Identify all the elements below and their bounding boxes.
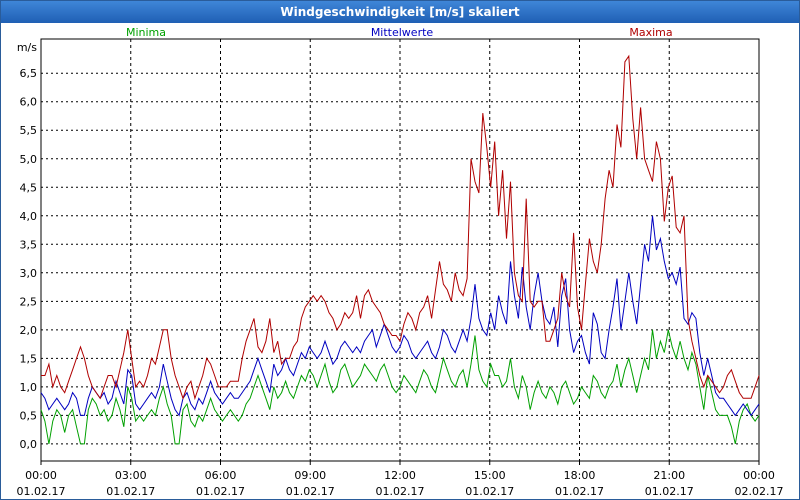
y-tick-label: 5,5: [20, 124, 38, 137]
y-tick-label: 1,0: [20, 381, 38, 394]
x-tick-time: 18:00: [564, 469, 596, 482]
y-tick-label: 2,5: [20, 295, 38, 308]
x-tick-time: 12:00: [384, 469, 416, 482]
x-tick-time: 06:00: [205, 469, 237, 482]
x-tick-time: 00:00: [25, 469, 57, 482]
y-tick-label: 5,0: [20, 153, 38, 166]
y-tick-label: 2,0: [20, 324, 38, 337]
x-tick-time: 00:00: [743, 469, 775, 482]
y-tick-label: 6,5: [20, 67, 38, 80]
legend: Minima Mittelwerte Maxima: [126, 26, 673, 39]
chart-window: Windgeschwindigkeit [m/s] skaliert 0,0 0,…: [0, 0, 800, 500]
x-tick-time: 03:00: [115, 469, 147, 482]
legend-maxima: Maxima: [629, 26, 672, 39]
x-tick-date: 01.02.17: [106, 485, 155, 498]
x-tick-date: 01.02.17: [376, 485, 425, 498]
y-tick-label: 4,5: [20, 181, 38, 194]
x-tick-time: 15:00: [474, 469, 506, 482]
x-tick-date: 01.02.17: [196, 485, 245, 498]
x-tick-date: 01.02.17: [465, 485, 514, 498]
legend-mittelwerte: Mittelwerte: [371, 26, 434, 39]
x-tick-date: 01.02.17: [17, 485, 66, 498]
x-tick-time: 21:00: [653, 469, 685, 482]
legend-minima: Minima: [126, 26, 166, 39]
x-tick-time: 09:00: [294, 469, 326, 482]
y-tick-label: 0,0: [20, 438, 38, 451]
y-axis-unit: m/s: [17, 41, 37, 54]
y-tick-label: 3,0: [20, 267, 38, 280]
y-tick-label: 4,0: [20, 210, 38, 223]
y-tick-label: 3,5: [20, 238, 38, 251]
x-tick-date: 02.02.17: [735, 485, 784, 498]
y-tick-label: 0,5: [20, 409, 38, 422]
x-tick-date: 01.02.17: [286, 485, 335, 498]
wind-speed-chart: 0,0 0,5 1,0 1,5 2,0 2,5 3,0 3,5 4,0 4,5 5,0 5,5 6,0 6…: [17, 26, 784, 498]
x-tick-date: 01.02.17: [555, 485, 604, 498]
x-tick-date: 01.02.17: [645, 485, 694, 498]
y-tick-label: 6,0: [20, 96, 38, 109]
grid-lines: [41, 39, 759, 461]
y-tick-label: 1,5: [20, 352, 38, 365]
